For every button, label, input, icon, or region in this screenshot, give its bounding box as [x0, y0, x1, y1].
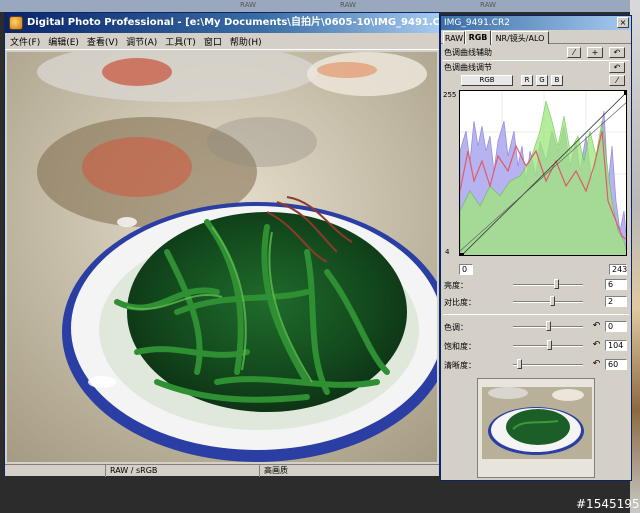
contrast-slider-track[interactable] [513, 301, 583, 303]
channel-b-button[interactable]: B [551, 75, 563, 86]
sharpness-slider-thumb[interactable] [516, 359, 522, 369]
saturation-label: 饱和度： [444, 342, 476, 351]
sharpness-label: 清晰度： [444, 361, 476, 370]
status-color-space: RAW / sRGB [105, 465, 225, 477]
hist-y-max: 255 [443, 91, 457, 99]
menu-file[interactable]: 文件(F) [8, 35, 46, 48]
palette-tabs: RAW RGB NR/镜头/ALO [441, 30, 631, 45]
app-icon [9, 16, 23, 30]
photo-preview[interactable] [7, 52, 437, 462]
sharpness-reset-icon[interactable]: ↶ [591, 359, 602, 370]
saturation-reset-icon[interactable]: ↶ [591, 340, 602, 351]
input-white-point[interactable]: 243 [609, 264, 627, 275]
ghost-label: RAW [340, 1, 356, 9]
ghost-label: RAW [240, 1, 256, 9]
sharpness-slider-track[interactable] [513, 364, 583, 366]
hue-value[interactable]: 0 [605, 321, 627, 332]
auto-curve-icon[interactable]: ⁄ [567, 47, 581, 58]
palette-title: IMG_9491.CR2 [444, 18, 510, 28]
menu-adjust[interactable]: 调节(A) [124, 35, 163, 48]
tab-raw[interactable]: RAW [443, 31, 465, 44]
tab-rgb[interactable]: RGB [465, 30, 491, 45]
menu-edit[interactable]: 编辑(E) [46, 35, 85, 48]
brightness-slider-thumb[interactable] [554, 279, 560, 289]
navigator-thumbnail[interactable] [477, 378, 595, 478]
palette-title-bar[interactable]: IMG_9491.CR2 × [441, 16, 631, 30]
status-quality: 高画质 [259, 465, 379, 477]
tool-palette: IMG_9491.CR2 × RAW RGB NR/镜头/ALO 色调曲线辅助 … [440, 15, 632, 481]
hue-label: 色调： [444, 323, 468, 332]
contrast-label: 对比度： [444, 298, 476, 307]
hue-reset-icon[interactable]: ↶ [591, 321, 602, 332]
eyedropper-icon[interactable]: ⁄ [609, 75, 625, 86]
saturation-value[interactable]: 104 [605, 340, 627, 351]
window-title: Digital Photo Professional - [e:\My Docu… [27, 17, 439, 28]
contrast-value[interactable]: 2 [605, 296, 627, 307]
sharpness-value[interactable]: 60 [605, 359, 627, 370]
saturation-slider-thumb[interactable] [547, 340, 553, 350]
channel-rgb-button[interactable]: RGB [461, 75, 513, 86]
reset-icon[interactable]: ↶ [609, 62, 625, 73]
add-curve-icon[interactable]: + [587, 47, 603, 58]
tab-nr-lens-alo[interactable]: NR/镜头/ALO [491, 31, 549, 44]
channel-r-button[interactable]: R [521, 75, 533, 86]
thumbnail-svg [482, 387, 592, 459]
input-black-point[interactable]: 0 [459, 264, 473, 275]
channel-g-button[interactable]: G [536, 75, 548, 86]
divider [443, 314, 629, 315]
reset-curve-icon[interactable]: ↶ [609, 47, 625, 58]
hue-slider-thumb[interactable] [546, 321, 551, 331]
tone-curve-assist-label: 色调曲线辅助 [444, 48, 492, 57]
tone-curve-adjust-label: 色调曲线调节 [444, 63, 492, 72]
tone-curve-histogram[interactable] [459, 90, 627, 256]
menu-tools[interactable]: 工具(T) [163, 35, 202, 48]
menu-view[interactable]: 查看(V) [85, 35, 124, 48]
status-bar: RAW / sRGB 高画质 [5, 464, 439, 477]
main-image-window: Digital Photo Professional - [e:\My Docu… [4, 12, 440, 477]
watermark: #1545195 [576, 497, 640, 511]
brightness-value[interactable]: 6 [605, 279, 627, 290]
background-thumbnail-strip: RAW RAW RAW [0, 0, 640, 12]
brightness-label: 亮度： [444, 281, 468, 290]
desktop: RAW RAW RAW Digital Photo Professional -… [0, 0, 640, 513]
hist-y-min: 4 [445, 248, 450, 256]
contrast-slider-thumb[interactable] [550, 296, 556, 306]
menu-help[interactable]: 帮助(H) [228, 35, 268, 48]
ghost-label: RAW [480, 1, 496, 9]
menu-bar: 文件(F) 编辑(E) 查看(V) 调节(A) 工具(T) 窗口 帮助(H) [5, 33, 439, 50]
close-icon[interactable]: × [617, 17, 629, 28]
brightness-slider-track[interactable] [513, 284, 583, 286]
divider [443, 60, 629, 61]
histogram-svg [460, 91, 626, 255]
menu-window[interactable]: 窗口 [202, 35, 228, 48]
photo-illustration [7, 52, 437, 462]
main-title-bar[interactable]: Digital Photo Professional - [e:\My Docu… [5, 13, 439, 33]
